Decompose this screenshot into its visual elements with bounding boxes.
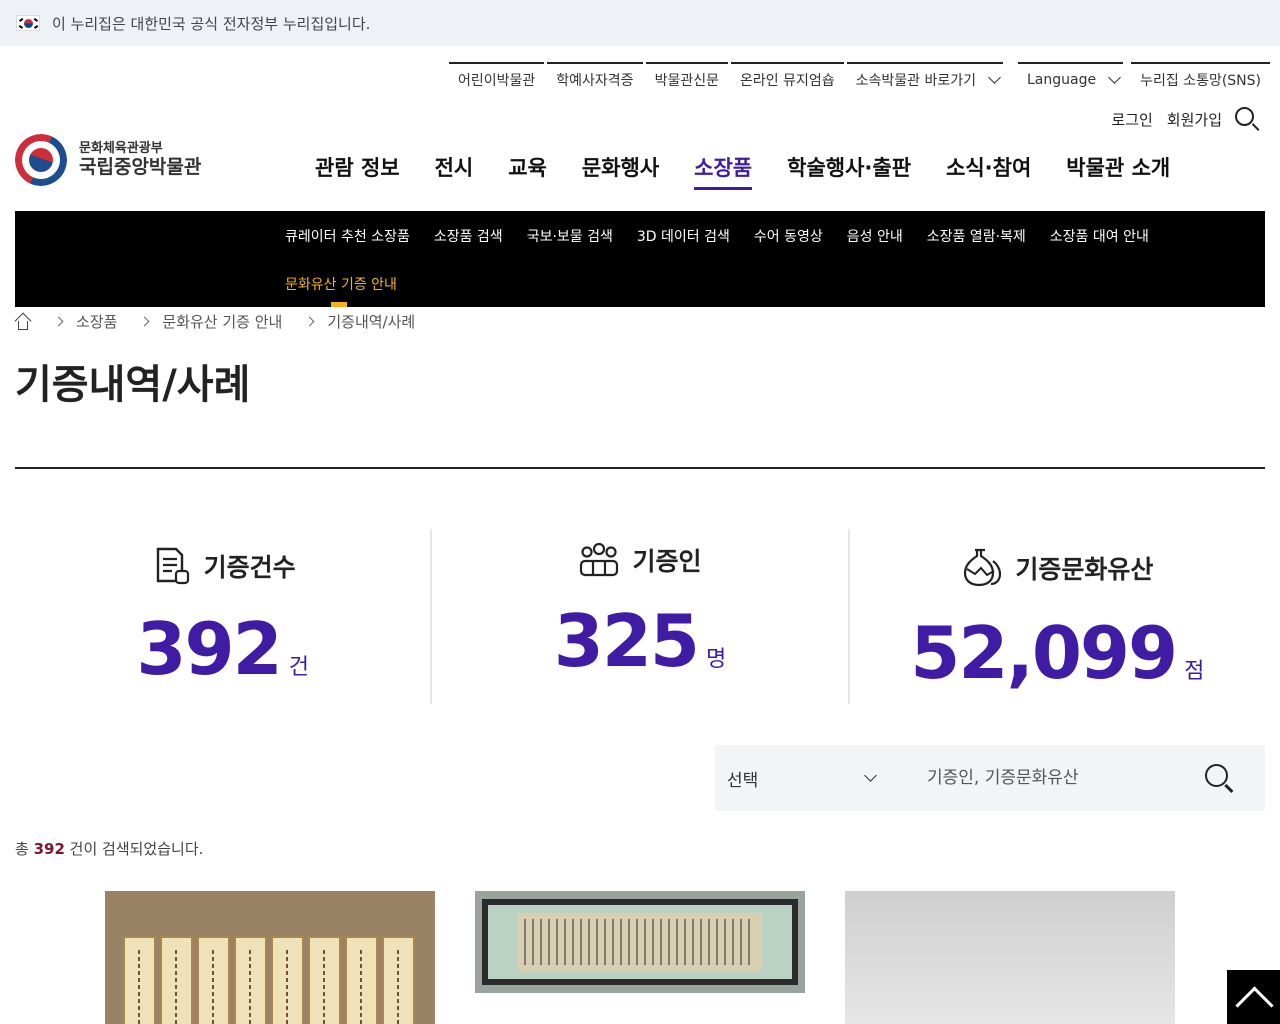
gov-notice-bar: 이 누리집은 대한민국 공식 전자정부 누리집입니다. (0, 0, 1280, 46)
vase-icon (964, 548, 1002, 587)
stat-donation-count: 기증건수 392 건 (15, 529, 430, 704)
government-emblem-icon (15, 134, 67, 186)
search-icon (1205, 764, 1228, 787)
gnb-news-participation[interactable]: 소식·참여 (946, 152, 1031, 190)
gnb-exhibition[interactable]: 전시 (435, 152, 474, 190)
util-link-museum-shop[interactable]: 온라인 뮤지엄숍 (730, 62, 844, 96)
util-link-newsletter[interactable]: 박물관신문 (645, 62, 728, 96)
subnav-curator-picks[interactable]: 큐레이터 추천 소장품 (285, 226, 410, 246)
utility-links-right: Language 누리집 소통망(SNS) (1018, 62, 1273, 96)
stat-value: 392 (136, 607, 282, 691)
search-box: 선택 (715, 745, 1265, 811)
donation-stats: 기증건수 392 건 기증인 325 명 기증문화유산 52,099 점 (15, 529, 1265, 704)
stat-value: 52,099 (910, 611, 1178, 695)
breadcrumb-donation-guide[interactable]: 문화유산 기증 안내 (162, 311, 282, 332)
stat-donor-count: 기증인 325 명 (430, 529, 847, 704)
main-navigation: 관람 정보 전시 교육 문화행사 소장품 학술행사·출판 소식·참여 박물관 소… (315, 152, 1205, 190)
language-dropdown[interactable]: Language (1018, 62, 1124, 96)
login-link[interactable]: 로그인 (1111, 109, 1152, 130)
page-title: 기증내역/사례 (15, 362, 251, 408)
subnav-donation-guide[interactable]: 문화유산 기증 안내 (285, 274, 397, 294)
gnb-events[interactable]: 문화행사 (582, 152, 659, 190)
chevron-down-icon (1108, 71, 1121, 84)
scroll-to-top-button[interactable] (1227, 970, 1280, 1024)
donation-card-calligraphy-scroll[interactable] (475, 891, 805, 1024)
folding-screen-image (123, 936, 415, 1024)
calligraphy-scroll-image (475, 891, 805, 993)
account-links: 로그인 회원가입 (1097, 106, 1260, 132)
breadcrumb-collection[interactable]: 소장품 (76, 311, 117, 332)
stat-label: 기증인 (632, 547, 702, 576)
util-link-sns[interactable]: 누리집 소통망(SNS) (1131, 62, 1270, 96)
search-icon[interactable] (1234, 106, 1260, 132)
search-button[interactable] (1203, 762, 1235, 794)
logo-museum-name: 국립중앙박물관 (79, 156, 202, 179)
result-number: 392 (33, 840, 65, 858)
stat-donated-heritage: 기증문화유산 52,099 점 (847, 529, 1265, 704)
gov-notice-text: 이 누리집은 대한민국 공식 전자정부 누리집입니다. (52, 14, 371, 33)
select-value: 선택 (727, 770, 759, 791)
gnb-about[interactable]: 박물관 소개 (1066, 152, 1170, 190)
util-link-curator-cert[interactable]: 학예사자격증 (547, 62, 643, 96)
result-suffix: 건이 검색되었습니다. (64, 840, 204, 858)
sub-navigation: 큐레이터 추천 소장품 소장품 검색 국보·보물 검색 3D 데이터 검색 수어… (15, 211, 1265, 307)
subnav-collection-search[interactable]: 소장품 검색 (434, 226, 503, 246)
subnav-audio-guide[interactable]: 음성 안내 (847, 226, 903, 246)
gnb-education[interactable]: 교육 (508, 152, 547, 190)
result-prefix: 총 (15, 840, 34, 858)
util-link-kids-museum[interactable]: 어린이박물관 (449, 62, 545, 96)
stat-label: 기증문화유산 (1015, 555, 1154, 584)
home-icon[interactable] (14, 312, 32, 330)
stat-unit: 건 (288, 655, 309, 680)
gnb-collection[interactable]: 소장품 (694, 152, 752, 190)
breadcrumb-current: 기증내역/사례 (327, 313, 416, 331)
korea-flag-icon (16, 15, 40, 31)
result-count: 총 392 건이 검색되었습니다. (15, 838, 203, 859)
donation-card-folding-screen[interactable] (105, 891, 435, 1024)
chevron-down-icon (864, 769, 877, 782)
breadcrumb: 소장품 문화유산 기증 안내 기증내역/사례 (14, 311, 416, 332)
affiliated-museums-label: 소속박물관 바로가기 (855, 73, 976, 89)
util-affiliated-museums-dropdown[interactable]: 소속박물관 바로가기 (846, 62, 1003, 96)
subnav-sign-language-video[interactable]: 수어 동영상 (754, 226, 823, 246)
chevron-right-icon (304, 316, 315, 327)
subnav-collection-loan[interactable]: 소장품 대여 안내 (1050, 226, 1149, 246)
signup-link[interactable]: 회원가입 (1167, 109, 1222, 130)
document-icon (156, 547, 189, 585)
stat-value: 325 (553, 599, 700, 683)
gnb-research-publication[interactable]: 학술행사·출판 (787, 152, 911, 190)
stat-label: 기증건수 (203, 553, 296, 582)
chevron-right-icon (53, 316, 64, 327)
gnb-visit-info[interactable]: 관람 정보 (315, 152, 400, 190)
subnav-collection-access[interactable]: 소장품 열람·복제 (927, 226, 1026, 246)
donation-card-item[interactable] (845, 891, 1175, 1024)
subnav-national-treasure-search[interactable]: 국보·보물 검색 (527, 226, 613, 246)
search-input[interactable] (927, 768, 1197, 788)
people-icon (580, 542, 619, 577)
utility-links: 어린이박물관 학예사자격증 박물관신문 온라인 뮤지엄숍 소속박물관 바로가기 (449, 62, 1006, 96)
stat-unit: 점 (1184, 659, 1205, 684)
chevron-down-icon (988, 71, 1001, 84)
title-divider (15, 467, 1265, 469)
stat-unit: 명 (706, 647, 727, 672)
site-logo[interactable]: 문화체육관광부 국립중앙박물관 (15, 134, 201, 186)
chevron-right-icon (139, 316, 150, 327)
subnav-3d-data-search[interactable]: 3D 데이터 검색 (637, 226, 730, 246)
logo-ministry: 문화체육관광부 (79, 140, 163, 156)
active-tab-marker (331, 302, 347, 307)
language-label: Language (1027, 72, 1097, 88)
search-category-select[interactable]: 선택 (715, 766, 885, 791)
